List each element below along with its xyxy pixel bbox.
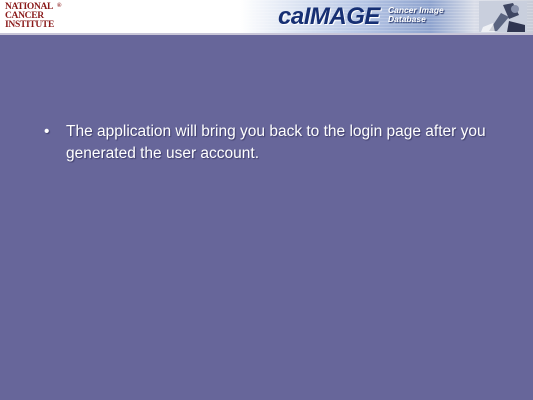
banner-subtitle: Cancer Image Database bbox=[388, 6, 468, 24]
banner-subtitle-line2: Database bbox=[388, 14, 426, 24]
caimage-banner: caIMAGE Cancer Image Database bbox=[240, 0, 533, 33]
banner-title: caIMAGE bbox=[278, 3, 380, 30]
bullet-icon: • bbox=[44, 123, 50, 140]
nci-logo: NATIONAL CANCER INSTITUTE ® bbox=[5, 2, 63, 31]
bullet-text: The application will bring you back to t… bbox=[66, 123, 486, 162]
microscope-icon bbox=[479, 1, 527, 32]
nci-logo-line: INSTITUTE bbox=[5, 20, 55, 30]
header-bar: NATIONAL CANCER INSTITUTE ® caIMAGE Canc… bbox=[0, 0, 533, 35]
registered-mark-icon: ® bbox=[57, 3, 62, 9]
